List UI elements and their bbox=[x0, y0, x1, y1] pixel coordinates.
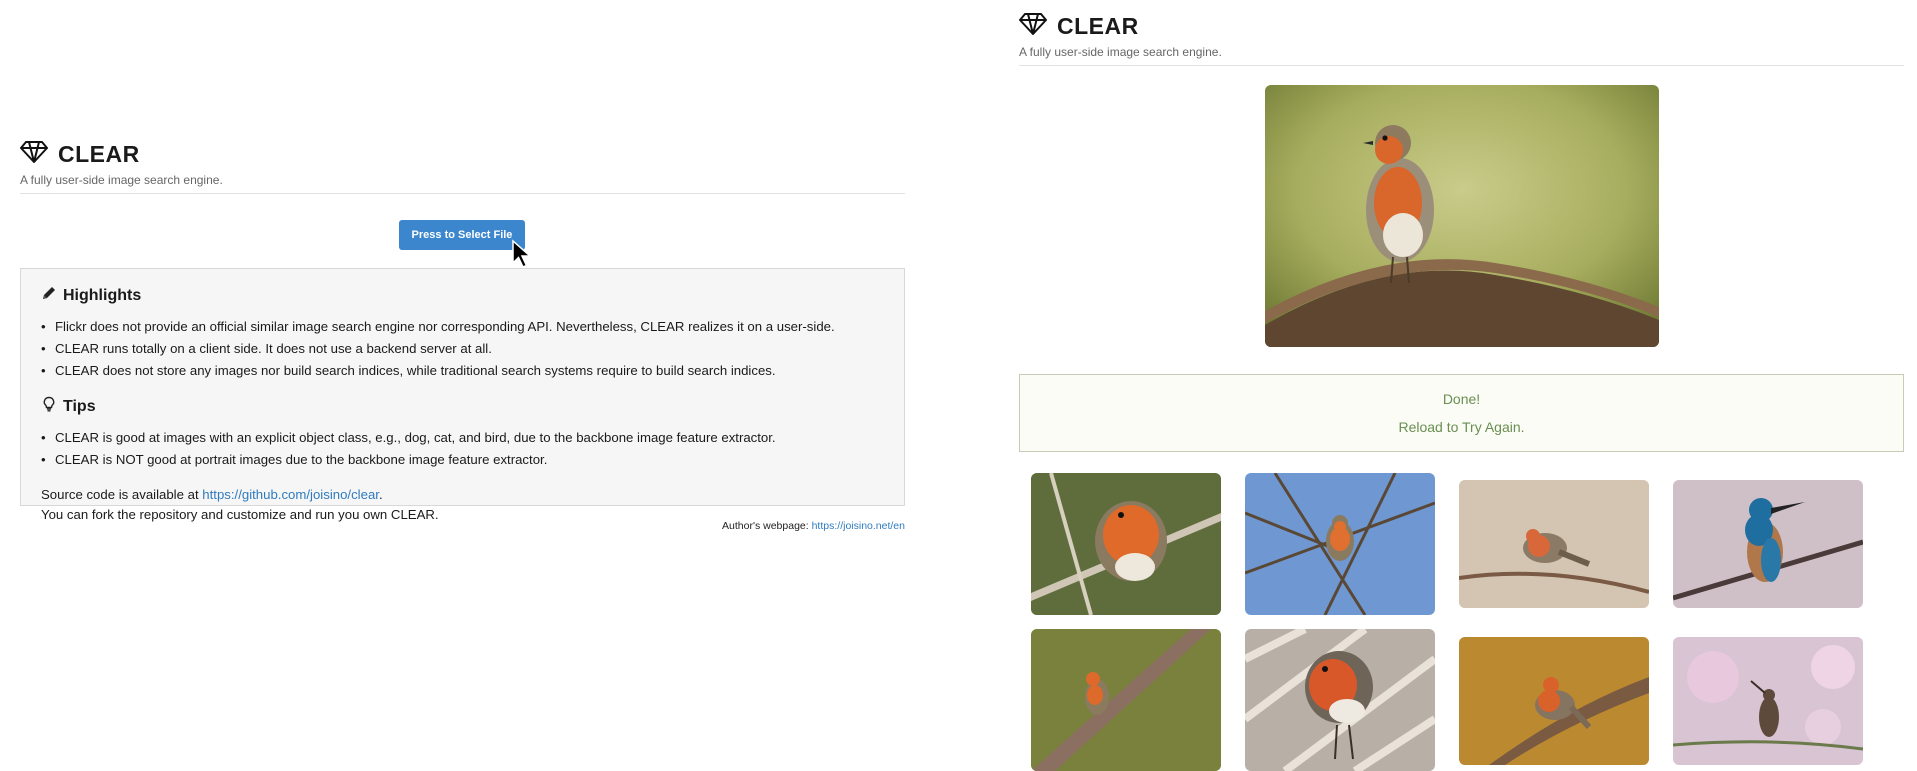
list-item: CLEAR is good at images with an explicit… bbox=[41, 427, 884, 449]
author-label: Author's webpage: bbox=[722, 520, 812, 532]
pencil-icon bbox=[41, 285, 57, 306]
source-suffix: . bbox=[378, 487, 383, 502]
github-link[interactable]: https://github.com/joisino/clear bbox=[202, 487, 379, 502]
select-row: Press to Select File bbox=[20, 194, 905, 268]
source-info: Source code is available at https://gith… bbox=[41, 485, 884, 525]
list-item: CLEAR runs totally on a client side. It … bbox=[41, 338, 884, 360]
fork-note: You can fork the repository and customiz… bbox=[41, 507, 439, 522]
brand-subtitle: A fully user-side image search engine. bbox=[1019, 45, 1904, 66]
brand-header: CLEAR bbox=[20, 140, 905, 169]
result-image[interactable] bbox=[1245, 473, 1435, 615]
highlights-title: Highlights bbox=[63, 286, 142, 304]
lightbulb-icon bbox=[41, 396, 57, 417]
brand-title: CLEAR bbox=[1057, 13, 1139, 39]
result-image[interactable] bbox=[1031, 629, 1221, 771]
select-file-button[interactable]: Press to Select File bbox=[399, 220, 525, 250]
left-panel: CLEAR A fully user-side image search eng… bbox=[20, 140, 905, 532]
brand-subtitle: A fully user-side image search engine. bbox=[20, 173, 905, 194]
tips-title: Tips bbox=[63, 397, 96, 415]
highlights-heading: Highlights bbox=[41, 285, 884, 306]
status-done: Done! bbox=[1442, 391, 1481, 407]
brand-title: CLEAR bbox=[58, 141, 140, 167]
brand-header: CLEAR bbox=[1019, 12, 1904, 41]
right-panel: CLEAR A fully user-side image search eng… bbox=[1019, 12, 1904, 771]
list-item: CLEAR is NOT good at portrait images due… bbox=[41, 449, 884, 471]
tips-heading: Tips bbox=[41, 396, 884, 417]
diamond-icon bbox=[20, 140, 48, 169]
info-box: Highlights Flickr does not provide an of… bbox=[20, 268, 905, 522]
mouse-cursor-icon bbox=[512, 239, 532, 268]
result-image[interactable] bbox=[1459, 480, 1649, 608]
result-image[interactable] bbox=[1673, 637, 1863, 765]
highlights-list: Flickr does not provide an official simi… bbox=[41, 316, 884, 382]
result-image[interactable] bbox=[1459, 637, 1649, 765]
result-image[interactable] bbox=[1673, 480, 1863, 608]
source-prefix: Source code is available at bbox=[41, 487, 203, 502]
list-item: CLEAR does not store any images nor buil… bbox=[41, 360, 884, 382]
list-item: Flickr does not provide an official simi… bbox=[41, 316, 884, 338]
tips-list: CLEAR is good at images with an explicit… bbox=[41, 427, 884, 471]
result-image[interactable] bbox=[1031, 473, 1221, 615]
query-image bbox=[1265, 85, 1659, 347]
status-reload: Reload to Try Again. bbox=[1398, 419, 1525, 435]
status-panel: Done! Reload to Try Again. bbox=[1019, 374, 1904, 452]
author-link[interactable]: https://joisino.net/en bbox=[812, 520, 905, 532]
diamond-icon bbox=[1019, 12, 1047, 41]
result-image[interactable] bbox=[1245, 629, 1435, 771]
